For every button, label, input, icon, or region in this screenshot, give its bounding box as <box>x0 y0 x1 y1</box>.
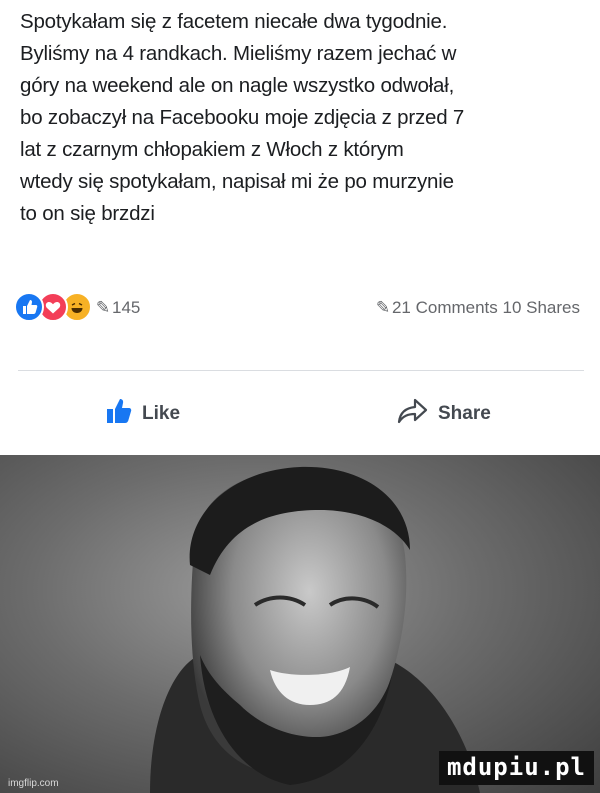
reactions-row: ✎ 145 ✎ 21 Comments 10 Shares <box>14 292 586 326</box>
share-button[interactable]: Share <box>396 396 491 432</box>
like-button[interactable]: Like <box>104 396 180 432</box>
divider <box>18 370 584 371</box>
share-label: Share <box>438 403 491 424</box>
post-actions: Like Share <box>0 396 600 436</box>
post-text: Spotykałam się z facetem niecałe dwa tyg… <box>20 10 465 225</box>
comments-shares-stat[interactable]: ✎ 21 Comments 10 Shares <box>374 298 580 318</box>
pencil-icon: ✎ <box>95 298 111 317</box>
meme-photo: imgflip.com mdupiu.pl <box>0 455 600 793</box>
reaction-count-value: 145 <box>112 298 141 317</box>
imgflip-watermark: imgflip.com <box>8 778 59 789</box>
share-arrow-icon <box>396 396 430 432</box>
bearded-man-portrait <box>150 466 480 793</box>
thumbs-up-icon <box>104 396 134 432</box>
like-reaction-icon[interactable] <box>14 292 44 322</box>
pencil-icon: ✎ <box>375 298 391 317</box>
reaction-count[interactable]: ✎ 145 <box>94 298 141 318</box>
mdupiu-watermark: mdupiu.pl <box>438 751 594 785</box>
comments-shares-text: 21 Comments 10 Shares <box>391 298 580 317</box>
like-label: Like <box>142 403 181 424</box>
